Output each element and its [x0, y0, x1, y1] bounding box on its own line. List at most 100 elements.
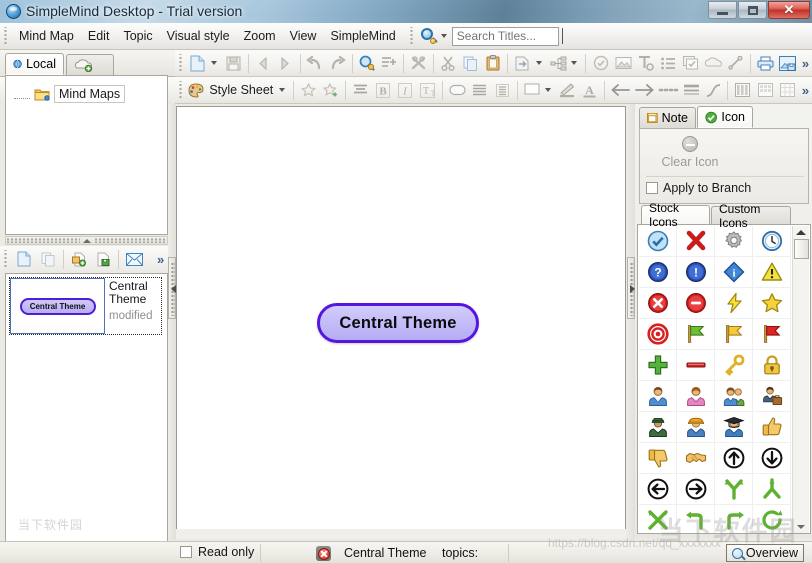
tab-stock-icons[interactable]: Stock Icons	[641, 201, 710, 229]
icon-cell-graduate[interactable]	[715, 412, 753, 443]
toolbar2-overflow-button[interactable]: »	[799, 83, 812, 98]
checkbox-topic-button[interactable]	[589, 52, 612, 75]
menu-view[interactable]: View	[283, 25, 324, 47]
icon-cell-star-yellow[interactable]	[753, 288, 791, 319]
back-button[interactable]	[252, 52, 275, 75]
icon-cell-merge-green[interactable]	[715, 474, 753, 505]
search-icon[interactable]	[418, 26, 439, 46]
redo-button[interactable]	[326, 52, 349, 75]
save-button[interactable]	[222, 52, 245, 75]
export-button[interactable]	[511, 52, 534, 75]
icon-cell-people-group[interactable]	[715, 381, 753, 412]
close-button[interactable]: ✕	[768, 1, 810, 19]
left-panel-splitter[interactable]	[5, 236, 168, 245]
image-button[interactable]	[612, 52, 635, 75]
duplicate-button[interactable]	[36, 248, 60, 271]
dotted-line-button[interactable]	[657, 79, 681, 102]
list-style-button[interactable]	[491, 79, 514, 102]
menu-gripper[interactable]	[3, 27, 10, 45]
left-splitter-handle[interactable]	[168, 257, 176, 319]
central-theme-node[interactable]: Central Theme	[317, 303, 479, 343]
icon-cell-person-pink[interactable]	[677, 381, 715, 412]
delete-topic-button[interactable]	[407, 52, 430, 75]
print-button[interactable]	[754, 52, 777, 75]
border-color-button[interactable]	[556, 79, 579, 102]
new-mindmap-button[interactable]	[12, 248, 36, 271]
mindmaps-tree[interactable]: Mind Maps	[5, 75, 168, 235]
export-file-button[interactable]	[91, 248, 115, 271]
icon-grid-scrollbar[interactable]	[792, 226, 809, 533]
icon-cell-lock-gold[interactable]	[753, 350, 791, 381]
icon-cell-businessman[interactable]	[753, 381, 791, 412]
table-button[interactable]	[776, 79, 799, 102]
icon-cell-target-red[interactable]	[639, 319, 677, 350]
menu-mind-map[interactable]: Mind Map	[12, 25, 81, 47]
columns-button[interactable]	[731, 79, 754, 102]
splitter-collapse-icon[interactable]	[82, 238, 91, 243]
curve-button[interactable]	[702, 79, 725, 102]
scroll-up-icon[interactable]	[796, 230, 806, 235]
list-toolbar-overflow-button[interactable]: »	[154, 252, 167, 267]
icon-cell-key-gold[interactable]	[715, 350, 753, 381]
mindmaps-list[interactable]: Central Theme Central Theme modified	[5, 273, 168, 563]
thickness-button[interactable]	[681, 79, 702, 102]
favorite-style-button[interactable]	[297, 79, 320, 102]
add-topic-button[interactable]	[378, 52, 401, 75]
icon-cell-turn-right-green[interactable]	[715, 505, 753, 533]
icon-cell-reset-green[interactable]	[753, 505, 791, 533]
menu-edit[interactable]: Edit	[81, 25, 117, 47]
icon-cell-split-green[interactable]	[753, 474, 791, 505]
icon-cell-flag-yellow[interactable]	[715, 319, 753, 350]
align-button[interactable]	[349, 79, 372, 102]
icon-cell-check-blue[interactable]	[639, 226, 677, 257]
icon-cell-warning-yellow[interactable]	[753, 257, 791, 288]
icon-cell-lightning[interactable]	[715, 288, 753, 319]
left-splitter-bar[interactable]	[168, 104, 176, 540]
toolbar1-overflow-button[interactable]: »	[799, 56, 812, 71]
menu-zoom[interactable]: Zoom	[237, 25, 283, 47]
mindmap-canvas[interactable]: Central Theme	[177, 107, 625, 537]
tab-note[interactable]: Note	[639, 107, 696, 128]
read-only-box[interactable]	[180, 546, 192, 558]
icon-cell-clock[interactable]	[753, 226, 791, 257]
mindmap-canvas-container[interactable]: Central Theme	[176, 106, 626, 538]
icon-cell-cross-red[interactable]	[677, 226, 715, 257]
icon-cell-cross-arrows-green[interactable]	[639, 505, 677, 533]
icon-cell-question-blue[interactable]: ?	[639, 257, 677, 288]
tree-row-mind-maps[interactable]: Mind Maps	[14, 85, 126, 103]
clear-icon-button[interactable]: Clear Icon	[650, 133, 730, 171]
save-image-button[interactable]	[776, 52, 799, 75]
style-sheet-label[interactable]: Style Sheet	[205, 83, 277, 97]
new-map-dropdown-icon[interactable]	[211, 61, 218, 65]
apply-to-branch-checkbox[interactable]: Apply to Branch	[646, 181, 751, 195]
tab-icon[interactable]: Icon	[697, 106, 753, 128]
arrow-end-button[interactable]	[633, 79, 657, 102]
icon-cell-worker[interactable]	[677, 412, 715, 443]
icon-cell-exclaim-blue[interactable]: !	[677, 257, 715, 288]
cut-button[interactable]	[437, 52, 460, 75]
search-button[interactable]	[355, 52, 378, 75]
search-input[interactable]	[451, 26, 559, 46]
apply-to-branch-box[interactable]	[646, 182, 658, 194]
overview-button[interactable]: Overview	[725, 544, 804, 562]
fill-color-button[interactable]	[521, 79, 544, 102]
line-style-button[interactable]	[469, 79, 492, 102]
undo-button[interactable]	[303, 52, 326, 75]
icon-cell-info-blue[interactable]: i	[715, 257, 753, 288]
paste-button[interactable]	[482, 52, 505, 75]
icon-cell-person-blue[interactable]	[639, 381, 677, 412]
icon-cell-arrow-left-circle[interactable]	[639, 474, 677, 505]
icon-cell-flag-red[interactable]	[753, 319, 791, 350]
layout-dropdown-icon[interactable]	[571, 61, 578, 65]
canvas-horizontal-scrollbar[interactable]	[176, 529, 626, 539]
connector-button[interactable]	[724, 52, 747, 75]
bullet-list-button[interactable]	[657, 52, 680, 75]
minimize-button[interactable]	[708, 1, 737, 19]
error-badge-icon[interactable]	[316, 546, 331, 561]
font-color-button[interactable]: A	[579, 79, 602, 102]
icon-cell-arrow-right-circle[interactable]	[677, 474, 715, 505]
chevron-down-icon[interactable]	[440, 34, 447, 38]
style-sheet-dropdown-icon[interactable]	[279, 88, 286, 92]
stock-icon-grid[interactable]: ? ! i	[639, 226, 791, 533]
export-dropdown-icon[interactable]	[535, 61, 542, 65]
